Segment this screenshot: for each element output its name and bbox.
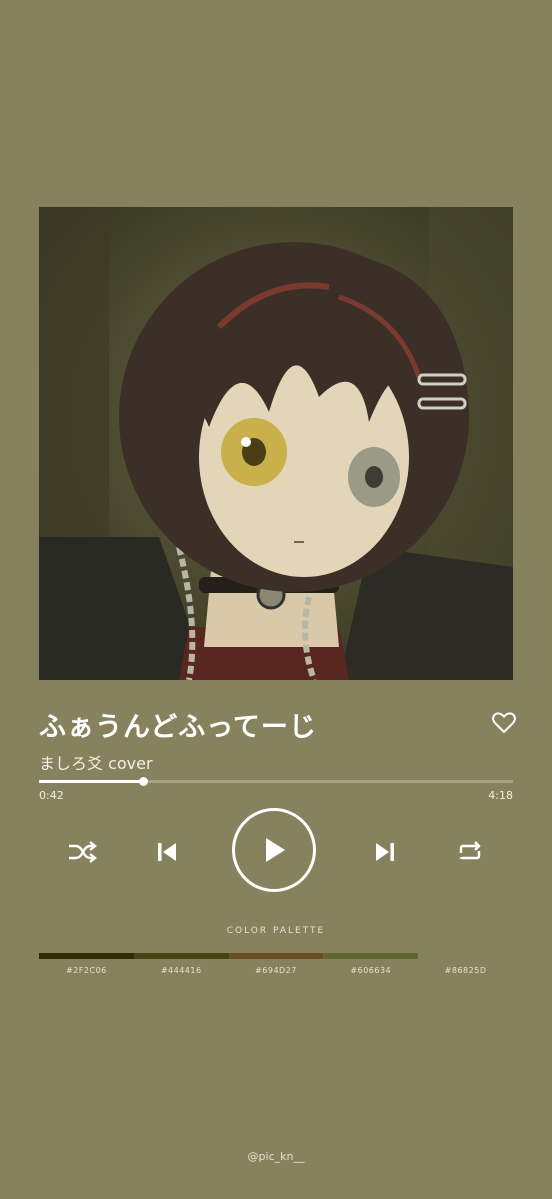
palette-code: #606634 [350, 966, 392, 975]
palette-swatches [39, 953, 418, 959]
progress-bar[interactable] [39, 777, 513, 786]
song-title: ふぁうんどふってーじ [39, 712, 317, 743]
progress-handle[interactable] [139, 777, 149, 786]
palette-code: #694D27 [255, 966, 297, 975]
album-art [39, 207, 513, 680]
skip-next-icon[interactable] [372, 840, 398, 864]
heart-outline-icon[interactable] [492, 712, 516, 734]
play-icon [266, 838, 285, 862]
palette-swatch [39, 953, 134, 959]
palette-code: #444416 [160, 966, 202, 975]
palette-codes: #2F2C06 #444416 #694D27 #606634 #86825D [39, 966, 513, 975]
album-art-illustration [39, 207, 513, 680]
shuffle-icon[interactable] [66, 838, 98, 866]
total-duration: 4:18 [488, 789, 513, 802]
palette-code: #86825D [444, 966, 487, 975]
progress-fill [39, 780, 144, 783]
palette-swatch [323, 953, 418, 959]
artist-name: ましろ爻 cover [39, 754, 153, 773]
palette-swatch [228, 953, 324, 959]
palette-label: COLOR PALETTE [226, 926, 326, 936]
repeat-icon[interactable] [455, 838, 485, 866]
elapsed-time: 0:42 [39, 789, 64, 802]
skip-previous-icon[interactable] [154, 840, 180, 864]
credit-handle: @pic_kn__ [247, 1150, 305, 1163]
palette-code: #2F2C06 [66, 966, 107, 975]
play-button[interactable] [232, 808, 316, 892]
palette-swatch [133, 953, 229, 959]
